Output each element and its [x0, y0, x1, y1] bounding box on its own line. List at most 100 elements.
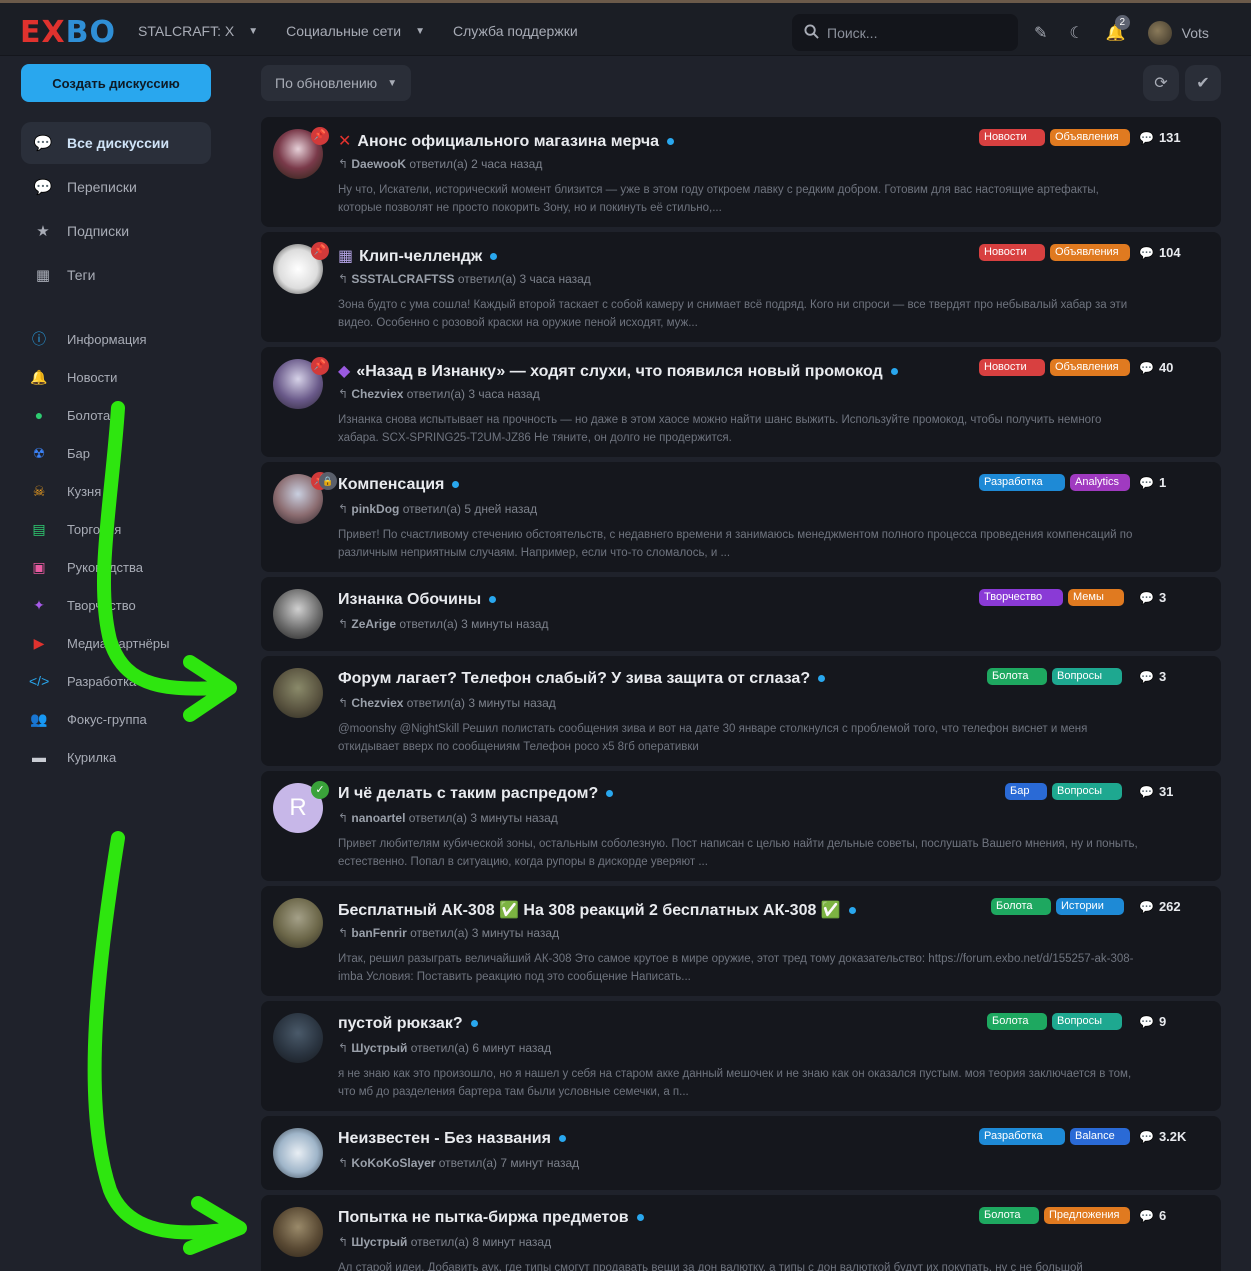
list-item[interactable]: 📌 🔒 Компенсация ↰ pinkDog ответил(а) 5 д… [261, 462, 1221, 572]
tag-news[interactable]: Новости [979, 244, 1045, 261]
sidebar-tag-focus[interactable]: 👥 Фокус-группа [21, 700, 211, 738]
bell-icon[interactable]: 🔔 2 [1106, 15, 1130, 43]
unread-dot [818, 675, 826, 683]
nav-social[interactable]: Социальные сети ▼ [286, 23, 425, 39]
sidebar-tag-news[interactable]: 🔔 Новости [21, 358, 211, 396]
moon-icon[interactable]: ☾ [1069, 23, 1083, 43]
author-name[interactable]: Chezviex [351, 696, 403, 710]
comment-icon: 💬 [1139, 1209, 1154, 1223]
list-item[interactable]: Изнанка Обочины ↰ ZeArige ответил(а) 3 м… [261, 577, 1221, 651]
sidebar-tag-creativity[interactable]: ✦ Творчество [21, 586, 211, 624]
author-name[interactable]: ZeArige [351, 617, 396, 631]
sort-dropdown[interactable]: По обновлению ▼ [261, 65, 412, 101]
author-name[interactable]: Шустрый [351, 1235, 407, 1249]
avatar[interactable] [273, 1128, 323, 1178]
nav-support[interactable]: Служба поддержки [453, 23, 578, 39]
sidebar-tag-forge[interactable]: ☠ Кузня [21, 472, 211, 510]
discussion-title[interactable]: «Назад в Изнанку» — ходят слухи, что поя… [356, 363, 882, 380]
tag-announcements[interactable]: Объявления [1050, 359, 1130, 376]
list-item[interactable]: пустой рюкзак? ↰ Шустрый ответил(а) 6 ми… [261, 1001, 1221, 1111]
sidebar-item-messages[interactable]: 💬 Переписки [21, 166, 211, 208]
tag-stories[interactable]: Истории [1056, 898, 1124, 915]
avatar[interactable] [273, 668, 323, 718]
tag-creativity[interactable]: Творчество [979, 589, 1063, 606]
search-input[interactable] [827, 24, 1007, 41]
list-item[interactable]: Бесплатный АК-308 ✅ На 308 реакций 2 бес… [261, 886, 1221, 996]
sidebar-item-subscriptions[interactable]: ★ Подписки [21, 210, 211, 252]
tag-memes[interactable]: Мемы [1068, 589, 1124, 606]
tag-swamps[interactable]: Болота [979, 1207, 1039, 1224]
tag-swamps[interactable]: Болота [987, 1013, 1047, 1030]
tag-news[interactable]: Новости [979, 129, 1045, 146]
list-item[interactable]: R ✓ И чё делать с таким распредом? ↰ nan… [261, 771, 1221, 881]
tag-development[interactable]: Разработка [979, 1128, 1065, 1145]
sidebar-tag-guides[interactable]: ▣ Руководства [21, 548, 211, 586]
tag-announcements[interactable]: Объявления [1050, 129, 1130, 146]
list-item[interactable]: Неизвестен - Без названия ↰ KoKoKoSlayer… [261, 1116, 1221, 1190]
mark-all-read-button[interactable]: ✔ [1185, 65, 1221, 101]
edit-icon[interactable]: ✎ [1034, 23, 1047, 43]
avatar[interactable] [273, 898, 323, 948]
list-item[interactable]: Попытка не пытка-биржа предметов ↰ Шустр… [261, 1195, 1221, 1271]
tag-suggestions[interactable]: Предложения [1044, 1207, 1130, 1224]
sidebar-tag-bar[interactable]: ☢ Бар [21, 434, 211, 472]
author-name[interactable]: Chezviex [351, 387, 403, 401]
tag-news[interactable]: Новости [979, 359, 1045, 376]
author-name[interactable]: Шустрый [351, 1041, 407, 1055]
tag-analytics[interactable]: Analytics [1070, 474, 1130, 491]
author-name[interactable]: KoKoKoSlayer [351, 1156, 435, 1170]
top-actions: ✎ ☾ 🔔 2 Vots [1034, 15, 1231, 45]
sidebar-item-all-discussions[interactable]: 💬 Все дискуссии [21, 122, 211, 164]
tag-swamps[interactable]: Болота [987, 668, 1047, 685]
discussion-title[interactable]: Неизвестен - Без названия [338, 1130, 551, 1147]
author-name[interactable]: pinkDog [351, 502, 399, 516]
tag-swamps[interactable]: Болота [991, 898, 1051, 915]
tag-questions[interactable]: Вопросы [1052, 783, 1122, 800]
user-menu[interactable]: Vots [1147, 21, 1231, 45]
avatar[interactable] [273, 589, 323, 639]
discussion-title[interactable]: Попытка не пытка-биржа предметов [338, 1209, 629, 1226]
list-item[interactable]: 📌 ▦ Клип-челлендж ↰ SSSTALCRAFTSS ответил… [261, 232, 1221, 342]
refresh-button[interactable]: ⟳ [1143, 65, 1179, 101]
avatar[interactable] [273, 1013, 323, 1063]
tag-announcements[interactable]: Объявления [1050, 244, 1130, 261]
list-item[interactable]: 📌 ◆ «Назад в Изнанку» — ходят слухи, что … [261, 347, 1221, 457]
sidebar-tag-media[interactable]: ▶ Медиа-партнёры [21, 624, 211, 662]
create-discussion-button[interactable]: Создать дискуссию [21, 64, 211, 102]
sidebar-tag-smoking[interactable]: ▬ Курилка [21, 738, 211, 776]
discussion-excerpt: я не знаю как это произошло, но я нашел … [338, 1068, 1132, 1098]
comment-icon: 💬 [1139, 900, 1154, 914]
discussion-title[interactable]: И чё делать с таким распредом? [338, 785, 598, 802]
tag-questions[interactable]: Вопросы [1052, 1013, 1122, 1030]
sidebar-tag-dev[interactable]: </> Разработка [21, 662, 211, 700]
discussion-title[interactable]: Анонс официального магазина мерча [357, 133, 659, 150]
sidebar-tag-trade[interactable]: ▤ Торговля [21, 510, 211, 548]
unread-dot [606, 790, 614, 798]
discussion-title[interactable]: Клип-челлендж [359, 248, 482, 265]
list-item[interactable]: 📌 ✕ Анонс официального магазина мерча ↰ D… [261, 117, 1221, 227]
nav-stalcraft[interactable]: STALCRAFT: X ▼ [138, 23, 258, 39]
sidebar-tag-swamps[interactable]: ● Болота [21, 396, 211, 434]
cigarette-icon: ▬ [32, 749, 46, 765]
tag-balance[interactable]: Balance [1070, 1128, 1130, 1145]
sidebar-tag-info[interactable]: ⓘ Информация [21, 320, 211, 358]
discussion-title[interactable]: Компенсация [338, 476, 444, 493]
search-box[interactable] [792, 14, 1018, 51]
avatar[interactable] [273, 1207, 323, 1257]
author-name[interactable]: banFenrir [351, 926, 406, 940]
discussion-title[interactable]: пустой рюкзак? [338, 1015, 463, 1032]
chevron-down-icon: ▼ [387, 77, 398, 89]
tag-development[interactable]: Разработка [979, 474, 1065, 491]
discussion-title[interactable]: Бесплатный АК-308 ✅ На 308 реакций 2 бес… [338, 902, 841, 919]
author-name[interactable]: SSSTALCRAFTSS [351, 272, 454, 286]
exbo-logo[interactable]: EXBO [20, 15, 116, 50]
author-name[interactable]: nanoartel [351, 811, 405, 825]
author-name[interactable]: DaewooK [351, 157, 406, 171]
discussion-title[interactable]: Изнанка Обочины [338, 591, 481, 608]
list-item[interactable]: Форум лагает? Телефон слабый? У зива защ… [261, 656, 1221, 766]
discussion-title[interactable]: Форум лагает? Телефон слабый? У зива защ… [338, 670, 810, 687]
sidebar-item-tags[interactable]: ▦ Теги [21, 254, 211, 296]
notification-badge: 2 [1114, 15, 1130, 30]
tag-bar[interactable]: Бар [1005, 783, 1047, 800]
tag-questions[interactable]: Вопросы [1052, 668, 1122, 685]
